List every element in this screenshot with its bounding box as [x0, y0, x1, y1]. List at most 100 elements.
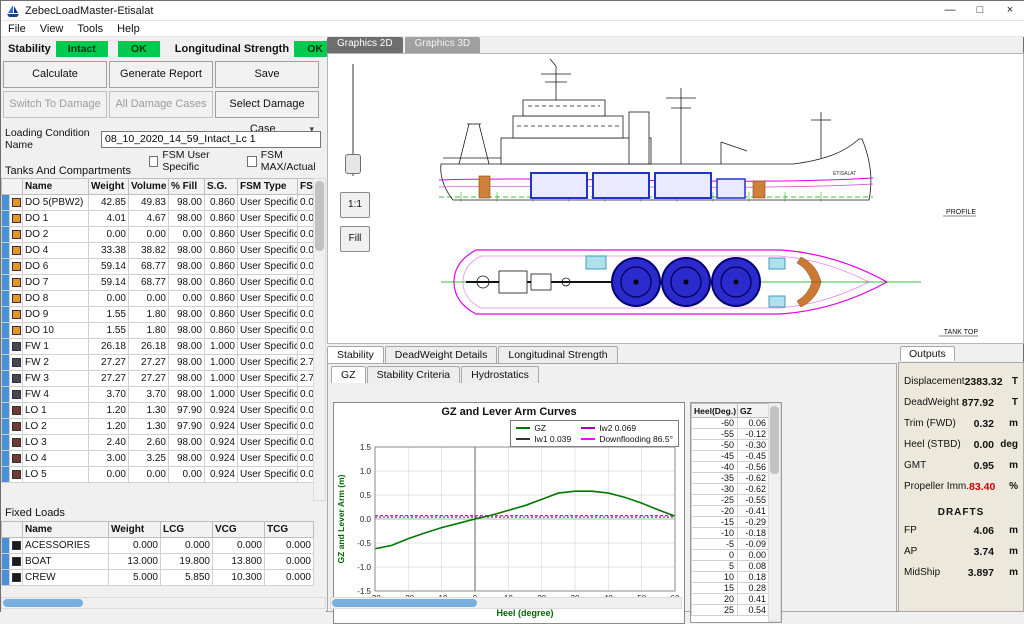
stability-subtab[interactable]: Hydrostatics	[461, 366, 539, 383]
analysis-tab[interactable]: Stability	[327, 346, 384, 363]
heel-cell[interactable]: -40	[692, 462, 738, 473]
col-vcg[interactable]: VCG	[213, 522, 265, 538]
load-name-cell[interactable]: BOAT	[23, 554, 109, 570]
col-heel[interactable]: Heel(Deg.)	[692, 404, 738, 418]
row-header[interactable]	[2, 307, 10, 323]
load-lcg-cell[interactable]: 5.850	[161, 570, 213, 586]
tank-weight-cell[interactable]: 0.00	[89, 227, 129, 243]
heel-cell[interactable]: -35	[692, 473, 738, 484]
gz-row[interactable]: -45 -0.45	[692, 451, 770, 462]
tank-fill-cell[interactable]: 0.00	[169, 227, 205, 243]
tank-sg-cell[interactable]: 1.000	[205, 339, 238, 355]
gz-row[interactable]: -35 -0.62	[692, 473, 770, 484]
tank-sg-cell[interactable]: 1.000	[205, 355, 238, 371]
gz-cell[interactable]: 0.00	[738, 550, 770, 561]
tank-name-cell[interactable]: LO 1	[23, 403, 89, 419]
tank-sg-cell[interactable]: 0.860	[205, 259, 238, 275]
col-sg[interactable]: S.G.	[205, 179, 238, 195]
tank-volume-cell[interactable]: 68.77	[129, 259, 169, 275]
tank-fill-cell[interactable]: 0.00	[169, 467, 205, 483]
tank-name-cell[interactable]: LO 2	[23, 419, 89, 435]
tank-fsm-type-cell[interactable]: User Specific	[238, 339, 298, 355]
tank-volume-cell[interactable]: 49.83	[129, 195, 169, 211]
tank-weight-cell[interactable]: 33.38	[89, 243, 129, 259]
load-weight-cell[interactable]: 13.000	[109, 554, 161, 570]
minimize-icon[interactable]: —	[935, 1, 965, 21]
tank-row[interactable]: DO 1 4.01 4.67 98.00 0.860 User Specific…	[2, 211, 314, 227]
load-tcg-cell[interactable]: 0.000	[265, 538, 314, 554]
tank-volume-cell[interactable]: 1.80	[129, 323, 169, 339]
row-header[interactable]	[2, 195, 10, 211]
tank-fsm-cell[interactable]: 0.0	[298, 275, 314, 291]
row-header[interactable]	[2, 451, 10, 467]
load-tcg-cell[interactable]: 0.000	[265, 554, 314, 570]
tanks-scrollbar[interactable]	[313, 178, 326, 501]
tank-fill-cell[interactable]: 98.00	[169, 355, 205, 371]
gz-cell[interactable]: 0.06	[738, 418, 770, 429]
tank-name-cell[interactable]: FW 2	[23, 355, 89, 371]
tank-fill-cell[interactable]: 98.00	[169, 323, 205, 339]
col-fsm-type[interactable]: FSM Type	[238, 179, 298, 195]
tank-volume-cell[interactable]: 68.77	[129, 275, 169, 291]
tank-fill-cell[interactable]: 0.00	[169, 291, 205, 307]
gz-cell[interactable]: -0.62	[738, 484, 770, 495]
tank-fsm-cell[interactable]: 0.0	[298, 387, 314, 403]
load-weight-cell[interactable]: 5.000	[109, 570, 161, 586]
tank-volume-cell[interactable]: 4.67	[129, 211, 169, 227]
tank-volume-cell[interactable]: 38.82	[129, 243, 169, 259]
tank-sg-cell[interactable]: 0.924	[205, 467, 238, 483]
tank-weight-cell[interactable]: 3.70	[89, 387, 129, 403]
gz-cell[interactable]: 0.41	[738, 594, 770, 605]
tank-name-cell[interactable]: DO 6	[23, 259, 89, 275]
gz-row[interactable]: -30 -0.62	[692, 484, 770, 495]
tank-fsm-type-cell[interactable]: User Specific	[238, 467, 298, 483]
tank-fsm-cell[interactable]: 0.0	[298, 339, 314, 355]
tank-row[interactable]: LO 5 0.00 0.00 0.00 0.924 User Specific …	[2, 467, 314, 483]
loading-condition-input[interactable]	[101, 131, 321, 148]
heel-cell[interactable]: -5	[692, 539, 738, 550]
tank-sg-cell[interactable]: 0.924	[205, 435, 238, 451]
tank-fill-cell[interactable]: 98.00	[169, 387, 205, 403]
heel-cell[interactable]: -10	[692, 528, 738, 539]
tank-volume-cell[interactable]: 26.18	[129, 339, 169, 355]
gz-row[interactable]: -10 -0.18	[692, 528, 770, 539]
col-name[interactable]: Name	[23, 179, 89, 195]
heel-cell[interactable]: 25	[692, 605, 738, 616]
tank-name-cell[interactable]: DO 2	[23, 227, 89, 243]
tank-volume-cell[interactable]: 0.00	[129, 467, 169, 483]
heel-cell[interactable]: 5	[692, 561, 738, 572]
tank-fsm-cell[interactable]: 0.0	[298, 259, 314, 275]
save-button[interactable]: Save	[215, 61, 319, 88]
tank-sg-cell[interactable]: 0.924	[205, 419, 238, 435]
tank-fsm-type-cell[interactable]: User Specific	[238, 419, 298, 435]
tank-fill-cell[interactable]: 98.00	[169, 195, 205, 211]
row-header[interactable]	[2, 259, 10, 275]
tank-fsm-cell[interactable]: 0.0	[298, 403, 314, 419]
tank-fsm-type-cell[interactable]: User Specific	[238, 227, 298, 243]
tank-volume-cell[interactable]: 1.30	[129, 403, 169, 419]
tank-sg-cell[interactable]: 0.860	[205, 307, 238, 323]
tank-name-cell[interactable]: DO 7	[23, 275, 89, 291]
tank-volume-cell[interactable]: 1.80	[129, 307, 169, 323]
tank-fsm-cell[interactable]: 0.0	[298, 467, 314, 483]
tank-name-cell[interactable]: DO 4	[23, 243, 89, 259]
load-lcg-cell[interactable]: 0.000	[161, 538, 213, 554]
tank-fill-cell[interactable]: 98.00	[169, 211, 205, 227]
tank-fsm-cell[interactable]: 0.0	[298, 419, 314, 435]
tank-row[interactable]: DO 6 59.14 68.77 98.00 0.860 User Specif…	[2, 259, 314, 275]
heel-cell[interactable]: 20	[692, 594, 738, 605]
stability-subtab[interactable]: GZ	[331, 366, 366, 383]
tank-weight-cell[interactable]: 27.27	[89, 371, 129, 387]
row-header[interactable]	[2, 211, 10, 227]
load-lcg-cell[interactable]: 19.800	[161, 554, 213, 570]
tank-weight-cell[interactable]: 42.85	[89, 195, 129, 211]
col-fsm[interactable]: FSM	[298, 179, 314, 195]
heel-cell[interactable]: 10	[692, 572, 738, 583]
col-volume[interactable]: Volume	[129, 179, 169, 195]
tank-weight-cell[interactable]: 0.00	[89, 467, 129, 483]
tank-sg-cell[interactable]: 0.860	[205, 291, 238, 307]
select-damage-case-dropdown[interactable]: Select Damage Case▾	[215, 91, 319, 118]
graphics-tab[interactable]: Graphics 2D	[327, 37, 403, 53]
col-fill[interactable]: % Fill	[169, 179, 205, 195]
gz-row[interactable]: -15 -0.29	[692, 517, 770, 528]
